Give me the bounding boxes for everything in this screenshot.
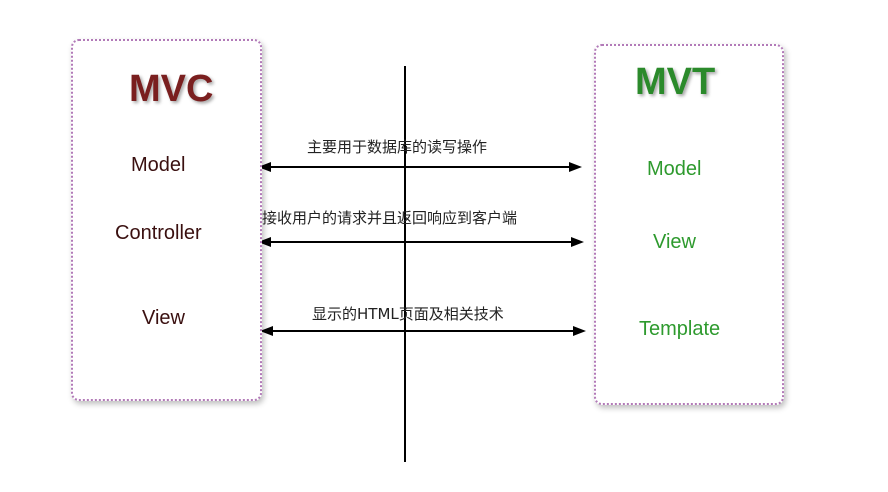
- mvc-view-label: View: [142, 307, 185, 329]
- arrow-view-template: [260, 326, 586, 336]
- mapping-description-model: 主要用于数据库的读写操作: [307, 138, 488, 156]
- arrow-model: [258, 162, 582, 172]
- mvt-model-label: Model: [647, 158, 702, 180]
- mvt-view-label: View: [653, 231, 696, 253]
- mapping-description-view-template: 显示的HTML页面及相关技术: [312, 305, 504, 323]
- mvc-model-label: Model: [131, 154, 186, 176]
- mvt-title: MVT: [635, 61, 716, 103]
- mvc-title: MVC: [129, 68, 214, 110]
- mapping-description-controller-view: 接收用户的请求并且返回响应到客户端: [262, 209, 518, 227]
- mvt-template-label: Template: [639, 318, 721, 340]
- arrow-controller-view: [258, 237, 584, 247]
- mvc-controller-label: Controller: [115, 222, 202, 244]
